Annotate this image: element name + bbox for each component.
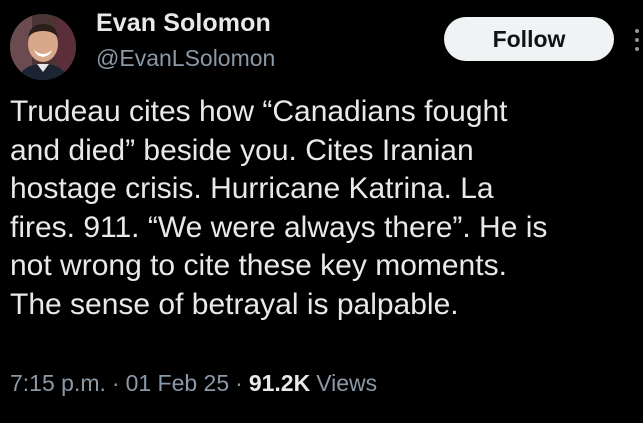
more-dot xyxy=(634,38,639,42)
author-avatar[interactable] xyxy=(10,14,76,80)
more-dots-icon[interactable] xyxy=(630,23,643,57)
more-dot xyxy=(634,47,639,51)
more-dot xyxy=(634,29,639,33)
tweet-text-line: not wrong to cite these key moments. xyxy=(10,249,507,282)
views-label: Views xyxy=(316,370,378,396)
profile-photo-icon xyxy=(10,14,76,80)
tweet-text-line: The sense of betrayal is palpable. xyxy=(10,287,459,321)
tweet-text-line: hostage crisis. Hurricane Katrina. La xyxy=(10,172,494,205)
tweet-text: Trudeau cites how “Canadians fought and … xyxy=(10,93,635,324)
tweet-text-line: Trudeau cites how “Canadians fought xyxy=(10,95,508,128)
meta-separator: · xyxy=(111,370,120,396)
author-display-name[interactable]: Evan Solomon xyxy=(96,9,271,38)
views-count: 91.2K xyxy=(248,370,311,396)
follow-button[interactable]: Follow xyxy=(444,17,614,61)
meta-separator: · xyxy=(235,370,243,396)
tweet-meta: 7:15 p.m. · 01 Feb 25 · 91.2K Views xyxy=(10,370,377,397)
author-handle[interactable]: @EvanLSolomon xyxy=(96,45,275,72)
tweet-card: Evan Solomon @EvanLSolomon Follow Trudea… xyxy=(0,0,643,423)
tweet-text-line: fires. 911. “We were always there”. He i… xyxy=(10,210,548,244)
tweet-date[interactable]: 01 Feb 25 xyxy=(126,370,230,397)
tweet-time[interactable]: 7:15 p.m. xyxy=(10,370,106,397)
tweet-text-line: and died” beside you. Cites Iranian xyxy=(10,133,474,167)
